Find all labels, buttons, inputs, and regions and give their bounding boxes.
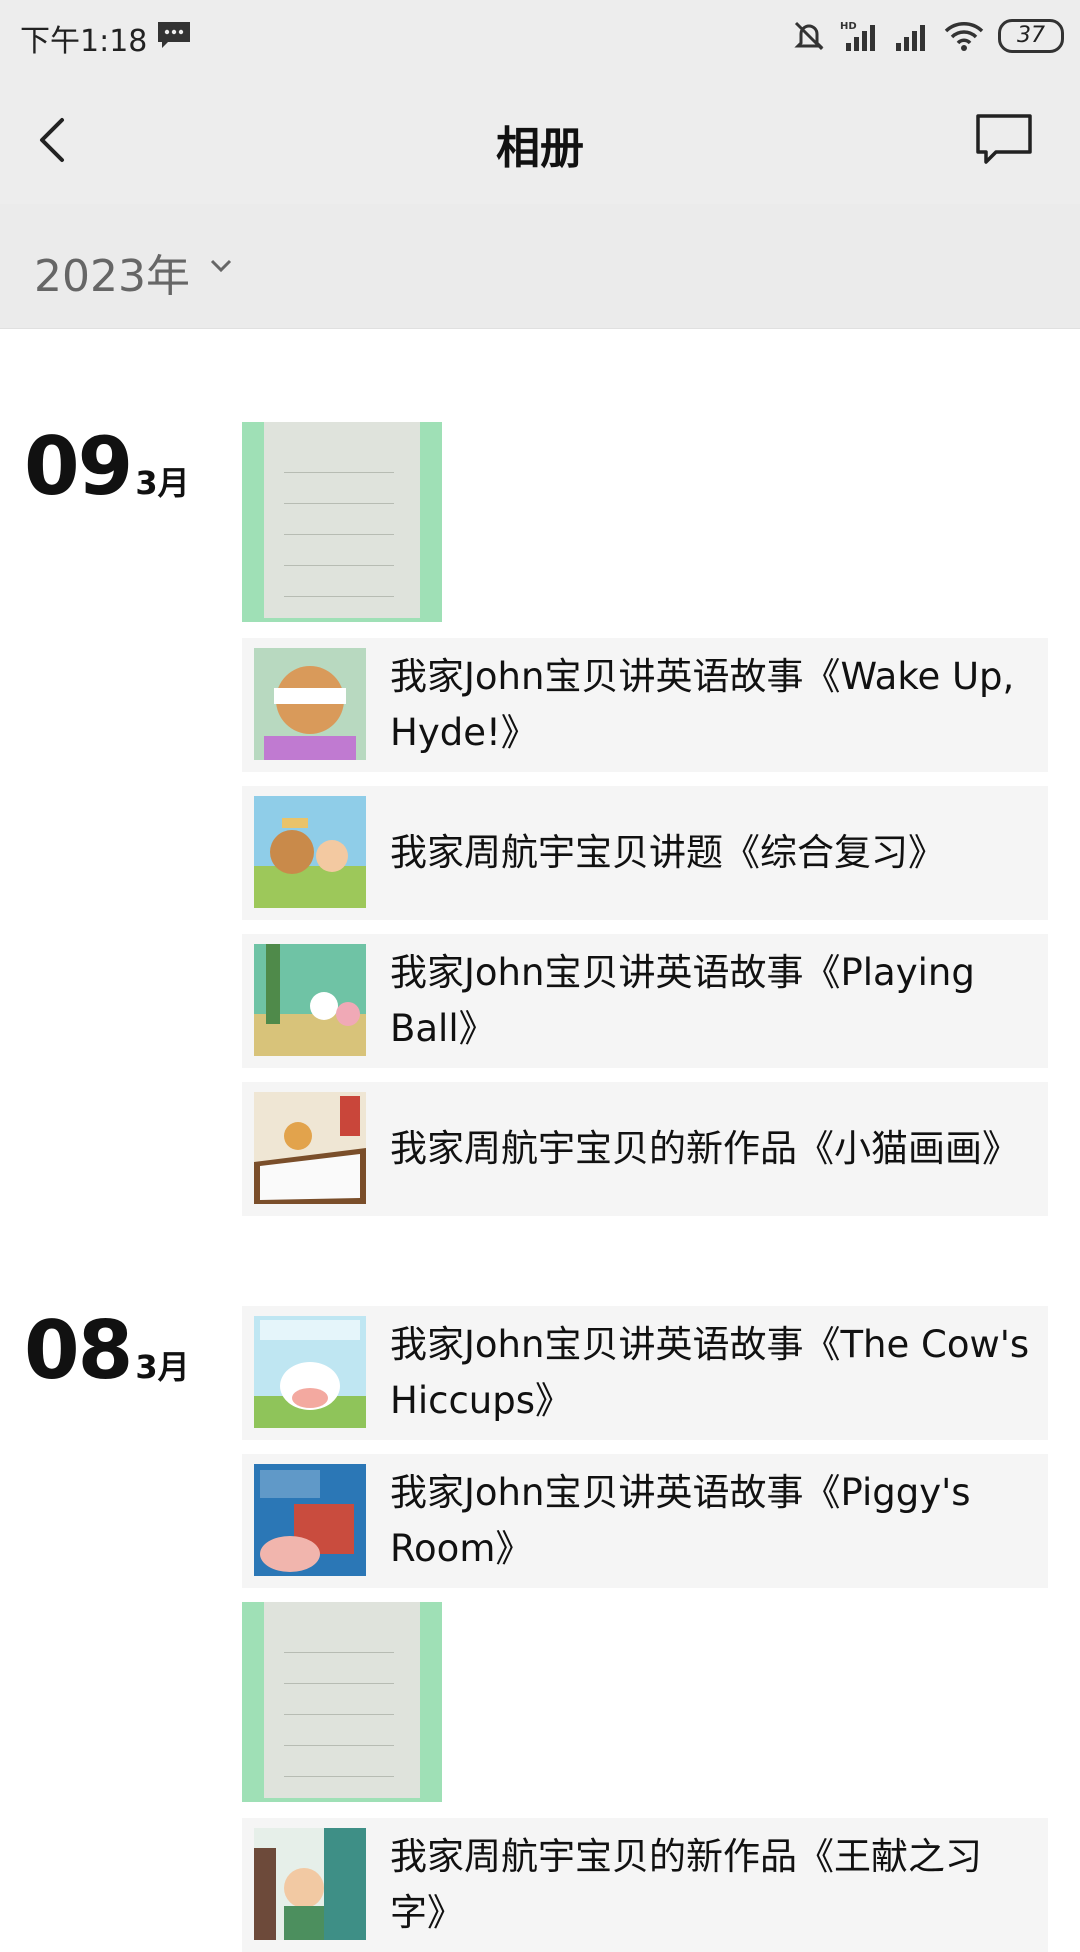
story-cover [254, 1316, 366, 1428]
year-filter[interactable]: 2023年 [0, 204, 1080, 329]
date-header: 09 3月 [24, 420, 190, 513]
date-day: 08 [24, 1304, 133, 1397]
hd-signal-icon: HD [840, 21, 875, 51]
list-item[interactable]: 我家周航宇宝贝的新作品《小猫画画》 [242, 1082, 1048, 1216]
photo-thumbnail[interactable] [242, 422, 442, 622]
status-bar: 下午1:18 HD 37 [0, 0, 1080, 72]
nav-bar: 相册 [0, 72, 1080, 204]
year-label[interactable]: 2023年 [34, 240, 190, 304]
story-title: 我家John宝贝讲英语故事《The Cow's Hiccups》 [390, 1323, 1030, 1422]
story-cover [254, 1828, 366, 1940]
battery-indicator: 37 [998, 19, 1064, 53]
story-title: 我家周航宇宝贝讲题《综合复习》 [390, 831, 945, 874]
status-time: 下午1:18 [20, 24, 148, 59]
list-item[interactable]: 我家John宝贝讲英语故事《Playing Ball》 [242, 934, 1048, 1068]
wifi-icon [944, 22, 984, 51]
list-item[interactable]: 我家周航宇宝贝讲题《综合复习》 [242, 786, 1048, 920]
page-title: 相册 [496, 123, 584, 174]
story-cover [254, 944, 366, 1056]
album-timeline: 09 3月 我家John宝贝讲英语故事《Wake Up, Hyde!》 我家周航宇… [0, 328, 1080, 1952]
story-title: 我家John宝贝讲英语故事《Playing Ball》 [390, 951, 975, 1050]
worksheet-image [264, 422, 420, 618]
message-notification-icon [158, 22, 190, 48]
story-title: 我家John宝贝讲英语故事《Wake Up, Hyde!》 [390, 655, 1015, 754]
story-cover [254, 1092, 366, 1204]
story-title: 我家John宝贝讲英语故事《Piggy's Room》 [390, 1471, 971, 1570]
list-item[interactable]: 我家John宝贝讲英语故事《The Cow's Hiccups》 [242, 1306, 1048, 1440]
story-title: 我家周航宇宝贝的新作品《小猫画画》 [390, 1127, 1019, 1170]
list-item[interactable]: 我家John宝贝讲英语故事《Piggy's Room》 [242, 1454, 1048, 1588]
story-title: 我家周航宇宝贝的新作品《王献之习字》 [390, 1835, 982, 1934]
story-cover [254, 1464, 366, 1576]
photo-thumbnail[interactable] [242, 1602, 442, 1802]
date-month: 3月 [135, 464, 190, 502]
story-cover [254, 648, 366, 760]
chevron-down-icon[interactable] [210, 258, 232, 274]
date-month: 3月 [135, 1348, 190, 1386]
comment-icon[interactable] [974, 112, 1034, 166]
bell-muted-icon [794, 21, 824, 51]
worksheet-image [264, 1602, 420, 1798]
date-header: 08 3月 [24, 1304, 190, 1397]
list-item[interactable]: 我家John宝贝讲英语故事《Wake Up, Hyde!》 [242, 638, 1048, 772]
story-cover [254, 796, 366, 908]
svg-text:HD: HD [840, 21, 857, 32]
date-day: 09 [24, 420, 133, 513]
list-item[interactable]: 我家周航宇宝贝的新作品《王献之习字》 [242, 1818, 1048, 1952]
signal-icon [896, 25, 925, 51]
